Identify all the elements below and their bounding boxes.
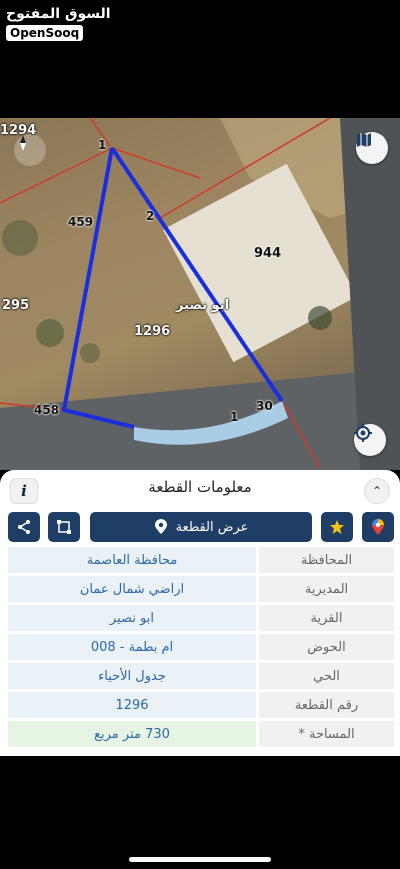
- show-plot-button[interactable]: عرض القطعة: [90, 512, 312, 542]
- collapse-button[interactable]: ⌃: [364, 478, 390, 504]
- parcel-number-left: 295: [2, 298, 30, 313]
- vertex-label-1b: 1: [230, 410, 239, 424]
- google-maps-icon: [372, 519, 384, 535]
- governorate-value: محافظة العاصمة: [8, 547, 256, 573]
- neighborhood-label: الحي: [259, 663, 394, 689]
- basin-value: ام بطمة - 008: [8, 634, 256, 660]
- vertex-label-458: 458: [34, 403, 60, 417]
- satellite-map[interactable]: 1294 295 1296 944 ابو نصير 1 2 459 458 3…: [0, 118, 400, 470]
- row-directorate: اراضي شمال عمان المديرية: [8, 576, 394, 602]
- basin-label: الحوض: [259, 634, 394, 660]
- compass-icon[interactable]: [14, 134, 46, 166]
- favorite-button[interactable]: [321, 512, 353, 542]
- village-label: القرية: [259, 605, 394, 631]
- locate-me-button[interactable]: [354, 424, 386, 456]
- area-name-label: ابو نصير: [176, 298, 230, 313]
- road-asphalt: [0, 368, 400, 470]
- governorate-label: المحافظة: [259, 547, 394, 573]
- village-value: ابو نصير: [8, 605, 256, 631]
- plot-info-panel: i معلومات القطعة ⌃ عرض القطعة محافظة الع…: [0, 470, 400, 756]
- parcel-number-top-left: 1294: [0, 123, 37, 138]
- opensooq-watermark: السوق المفتوح OpenSooq: [6, 6, 111, 41]
- watermark-arabic: السوق المفتوح: [6, 6, 111, 22]
- panel-toolbar: عرض القطعة: [0, 512, 400, 542]
- area-label: المساحة *: [259, 721, 394, 747]
- panel-title: معلومات القطعة: [148, 478, 252, 496]
- polygon-icon: [57, 520, 71, 534]
- area-value: 730 متر مربع: [8, 721, 256, 747]
- vertex-label-2: 2: [146, 209, 155, 223]
- directorate-label: المديرية: [259, 576, 394, 602]
- parcel-number-neighbor: 944: [254, 246, 282, 261]
- row-governorate: محافظة العاصمة المحافظة: [8, 547, 394, 573]
- row-area: 730 متر مربع المساحة *: [8, 721, 394, 747]
- watermark-english: OpenSooq: [6, 25, 84, 41]
- google-maps-button[interactable]: [362, 512, 394, 542]
- row-basin: ام بطمة - 008 الحوض: [8, 634, 394, 660]
- measure-button[interactable]: [48, 512, 80, 542]
- directorate-value: اراضي شمال عمان: [8, 576, 256, 602]
- parcel-number-center: 1296: [134, 324, 171, 339]
- vertex-label-459: 459: [68, 215, 94, 229]
- map-icon: [357, 133, 371, 147]
- plot-number-value: 1296: [8, 692, 256, 718]
- crosshair-icon: [354, 424, 372, 442]
- chevron-up-icon: ⌃: [371, 484, 383, 498]
- vertex-label-1: 1: [98, 138, 107, 152]
- star-icon: [330, 520, 344, 534]
- parcel-outline-left: [62, 147, 135, 429]
- share-icon: [18, 520, 30, 534]
- neighborhood-value: جدول الأحياء: [8, 663, 256, 689]
- show-plot-label: عرض القطعة: [175, 519, 249, 535]
- row-neighborhood: جدول الأحياء الحي: [8, 663, 394, 689]
- home-indicator[interactable]: [129, 857, 271, 862]
- row-plot-number: 1296 رقم القطعة: [8, 692, 394, 718]
- plot-number-label: رقم القطعة: [259, 692, 394, 718]
- share-button[interactable]: [8, 512, 40, 542]
- vertex-label-30: 30: [256, 399, 273, 413]
- map-overlay: [0, 118, 400, 470]
- row-village: ابو نصير القرية: [8, 605, 394, 631]
- map-layers-button[interactable]: [356, 132, 388, 164]
- plot-info-table: محافظة العاصمة المحافظة اراضي شمال عمان …: [8, 547, 394, 750]
- location-pin-icon: [154, 519, 167, 534]
